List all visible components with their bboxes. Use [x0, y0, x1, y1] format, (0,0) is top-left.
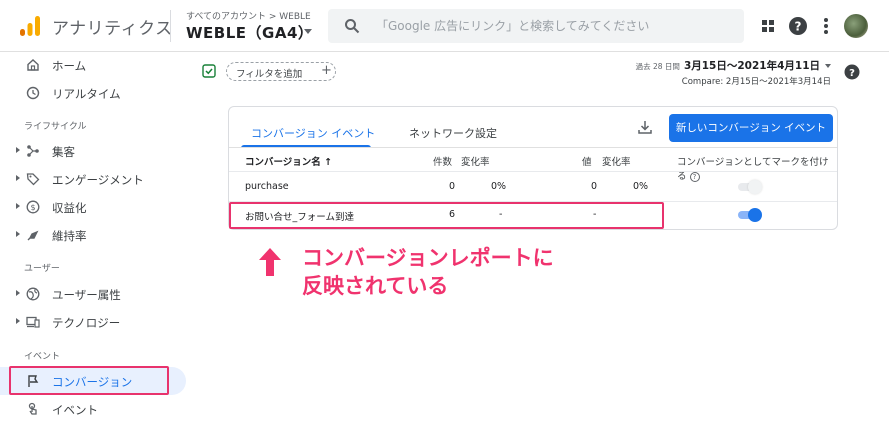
sidebar-item-label: リアルタイム: [52, 87, 121, 101]
column-header-mark-conversion: コンバージョンとしてマークを付ける?: [677, 157, 829, 182]
sidebar-item-technology[interactable]: テクノロジー: [0, 309, 186, 335]
sidebar-item-events[interactable]: イベント: [0, 396, 186, 422]
section-lifecycle-label: ライフサイクル: [24, 122, 87, 132]
engagement-tag-icon: [26, 173, 40, 186]
chevron-down-icon[interactable]: [304, 29, 312, 34]
date-range-preset: 過去 28 日間: [635, 62, 680, 71]
conversion-count: 0: [449, 181, 456, 192]
saved-comparison-icon[interactable]: [202, 64, 216, 78]
mark-conversion-toggle[interactable]: [736, 180, 762, 194]
sidebar-item-home[interactable]: ホーム: [0, 52, 186, 78]
clock-icon: [26, 86, 40, 100]
conversion-value-change: 0%: [633, 181, 649, 192]
sidebar-item-demographics[interactable]: ユーザー属性: [0, 281, 186, 307]
analytics-logo-icon[interactable]: [20, 15, 40, 37]
search-icon[interactable]: [344, 18, 360, 34]
avatar[interactable]: [844, 14, 868, 38]
add-filter-label: フィルタを追加: [236, 69, 303, 80]
account-breadcrumb[interactable]: すべてのアカウント > WEBLE: [186, 9, 311, 22]
callout-text: コンバージョンレポートに 反映されている: [302, 244, 554, 300]
search-bar[interactable]: [328, 9, 744, 43]
chevron-right-icon[interactable]: [16, 147, 20, 153]
sort-arrow-up-icon: ↑: [320, 157, 333, 168]
download-icon[interactable]: [637, 119, 653, 135]
chevron-down-icon[interactable]: [825, 64, 831, 68]
devices-icon: [26, 316, 40, 328]
date-range-value: 3月15日～2021年4月11日: [683, 60, 820, 72]
column-header-name[interactable]: コンバージョン名 ↑: [245, 154, 332, 168]
toggle-knob: [748, 208, 762, 222]
toggle-knob: [748, 180, 762, 194]
tab-conversion-events[interactable]: コンバージョン イベント: [251, 125, 375, 141]
compare-range: Compare: 2月15日～2021年3月14日: [681, 77, 831, 87]
chevron-right-icon[interactable]: [16, 290, 20, 296]
help-icon[interactable]: ?: [788, 16, 808, 36]
svg-text:$: $: [30, 203, 35, 212]
sidebar-item-label: イベント: [52, 403, 98, 417]
search-input[interactable]: [376, 9, 736, 43]
globe-icon: [26, 287, 40, 301]
plus-icon: +: [321, 63, 332, 78]
sidebar-item-engagement[interactable]: エンゲージメント: [0, 166, 186, 192]
sidebar-item-label: テクノロジー: [52, 316, 121, 330]
more-vert-icon[interactable]: [816, 16, 836, 36]
property-selector[interactable]: WEBLE（GA4）: [186, 22, 313, 43]
svg-text:?: ?: [849, 68, 855, 79]
chevron-right-icon[interactable]: [16, 318, 20, 324]
conversion-name: purchase: [245, 181, 289, 192]
new-conversion-event-button[interactable]: 新しいコンバージョン イベント: [669, 114, 833, 142]
conversion-change: 0%: [491, 181, 507, 192]
arrow-up-icon: [259, 248, 281, 276]
touch-icon: [28, 402, 37, 415]
tabs-divider: [229, 147, 837, 148]
retention-icon: [27, 230, 39, 241]
column-header-value[interactable]: 値: [582, 154, 592, 168]
conversion-value: 0: [591, 181, 598, 192]
sidebar-item-label: 収益化: [52, 201, 87, 215]
sidebar-item-retention[interactable]: 維持率: [0, 222, 186, 248]
sidebar-item-monetization[interactable]: $ 収益化: [0, 194, 186, 220]
sidebar-item-label: エンゲージメント: [52, 173, 144, 187]
sidebar-highlight-box: [9, 366, 169, 395]
column-header-change[interactable]: 変化率: [461, 154, 490, 168]
svg-text:?: ?: [795, 20, 802, 34]
chevron-right-icon[interactable]: [16, 203, 20, 209]
dollar-circle-icon: $: [26, 200, 40, 214]
help-circle-icon[interactable]: ?: [689, 171, 700, 182]
header-divider: [170, 10, 171, 42]
column-header-count[interactable]: 件数: [433, 154, 452, 168]
chevron-right-icon[interactable]: [16, 231, 20, 237]
mark-conversion-toggle[interactable]: [736, 208, 762, 222]
section-event-label: イベント: [24, 352, 61, 362]
sidebar-item-label: 維持率: [52, 229, 87, 243]
sidebar-item-label: ユーザー属性: [52, 288, 121, 302]
date-range-picker[interactable]: 過去 28 日間 3月15日～2021年4月11日 Compare: 2月15日～…: [636, 58, 831, 87]
column-header-change[interactable]: 変化率: [602, 154, 631, 168]
section-user-label: ユーザー: [24, 264, 60, 274]
row-divider: [229, 171, 837, 172]
acquisition-icon: [27, 145, 39, 157]
row-highlight-box: [229, 202, 664, 229]
sidebar: ホーム リアルタイム ライフサイクル 集客 エンゲージメント $ 収益化 維持率…: [0, 52, 190, 442]
app-name: アナリティクス: [52, 19, 173, 39]
top-header: アナリティクス すべてのアカウント > WEBLE WEBLE（GA4） ?: [0, 0, 889, 52]
sidebar-item-realtime[interactable]: リアルタイム: [0, 80, 186, 106]
add-filter-chip[interactable]: フィルタを追加 +: [226, 62, 336, 81]
tab-network-settings[interactable]: ネットワーク設定: [409, 125, 497, 141]
callout-line-2: 反映されている: [302, 274, 449, 298]
sidebar-item-acquisition[interactable]: 集客: [0, 138, 186, 164]
sidebar-item-label: ホーム: [52, 59, 87, 73]
apps-grid-icon[interactable]: [758, 16, 778, 36]
sidebar-item-label: 集客: [52, 145, 75, 159]
callout-line-1: コンバージョンレポートに: [302, 246, 554, 270]
home-icon: [27, 59, 39, 71]
help-icon[interactable]: ?: [844, 64, 860, 80]
chevron-right-icon[interactable]: [16, 175, 20, 181]
